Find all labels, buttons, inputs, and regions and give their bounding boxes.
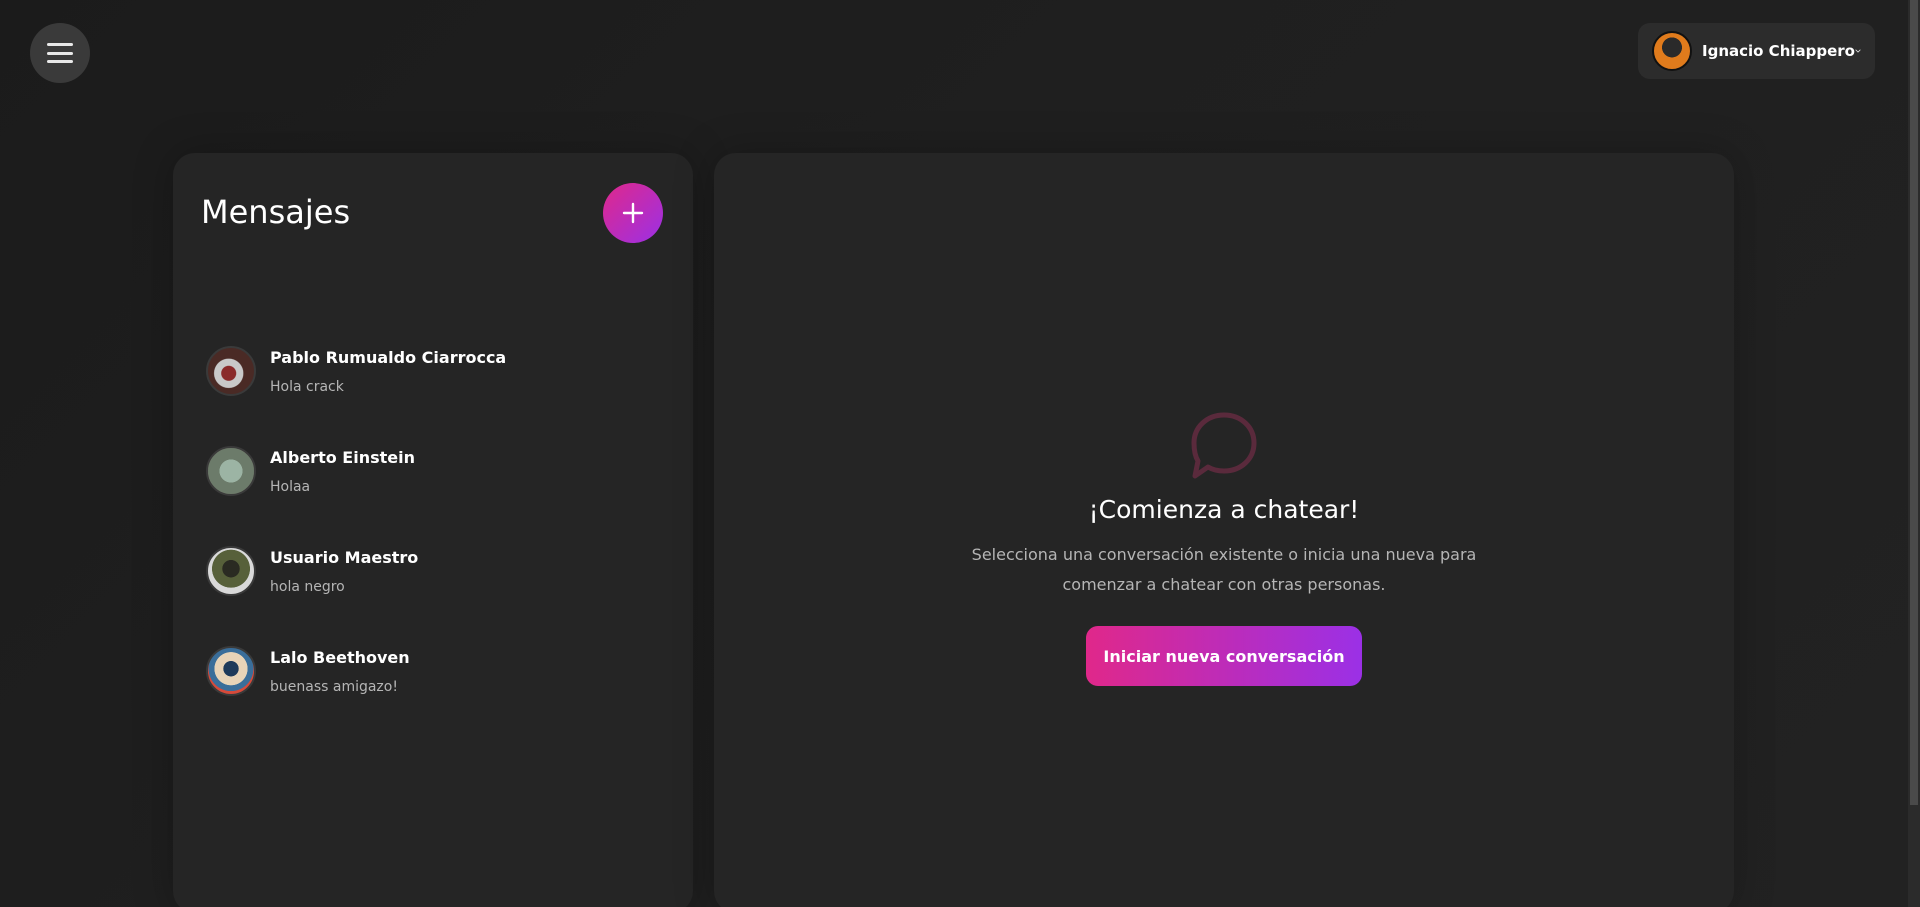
conversation-name: Pablo Rumualdo Ciarrocca bbox=[270, 347, 507, 367]
empty-state-description: Selecciona una conversación existente o … bbox=[971, 545, 1477, 594]
avatar bbox=[206, 346, 256, 396]
conversation-item[interactable]: Pablo Rumualdo Ciarrocca Hola crack bbox=[206, 321, 666, 421]
menu-button[interactable] bbox=[30, 23, 90, 83]
conversation-item[interactable]: Alberto Einstein Holaa bbox=[206, 421, 666, 521]
conversation-item[interactable]: Lalo Beethoven buenass amigazo! bbox=[206, 621, 666, 721]
messages-panel: Mensajes Pablo Rumualdo Ciarrocca Hola c… bbox=[173, 153, 693, 907]
conversation-last-message: buenass amigazo! bbox=[270, 678, 398, 695]
conversation-list: Pablo Rumualdo Ciarrocca Hola crack Albe… bbox=[206, 321, 666, 721]
avatar bbox=[206, 646, 256, 696]
chevron-down-icon bbox=[1855, 49, 1861, 53]
conversation-last-message: Hola crack bbox=[270, 378, 344, 395]
conversation-name: Alberto Einstein bbox=[270, 447, 415, 467]
conversation-name: Lalo Beethoven bbox=[270, 647, 410, 667]
user-menu[interactable]: Ignacio Chiappero bbox=[1638, 23, 1875, 79]
plus-icon bbox=[622, 202, 644, 224]
chat-bubble-icon bbox=[1191, 412, 1257, 479]
empty-state: ¡Comienza a chatear! Selecciona una conv… bbox=[714, 409, 1734, 686]
chat-panel: ¡Comienza a chatear! Selecciona una conv… bbox=[714, 153, 1734, 907]
hamburger-menu-icon bbox=[47, 43, 73, 63]
empty-state-title: ¡Comienza a chatear! bbox=[1088, 495, 1360, 524]
start-conversation-button[interactable]: Iniciar nueva conversación bbox=[1086, 626, 1362, 686]
avatar bbox=[206, 546, 256, 596]
scrollbar[interactable] bbox=[1908, 0, 1920, 907]
messages-title: Mensajes bbox=[201, 193, 351, 231]
scrollbar-thumb[interactable] bbox=[1910, 0, 1918, 805]
conversation-last-message: Holaa bbox=[270, 478, 311, 495]
new-conversation-button[interactable] bbox=[603, 183, 663, 243]
page: Ignacio Chiappero Mensajes Pablo Rumuald… bbox=[0, 0, 1920, 907]
conversation-name: Usuario Maestro bbox=[270, 547, 419, 567]
avatar bbox=[206, 446, 256, 496]
user-avatar bbox=[1652, 31, 1692, 71]
user-name: Ignacio Chiappero bbox=[1702, 42, 1855, 60]
conversation-item[interactable]: Usuario Maestro hola negro bbox=[206, 521, 666, 621]
conversation-last-message: hola negro bbox=[270, 578, 345, 595]
